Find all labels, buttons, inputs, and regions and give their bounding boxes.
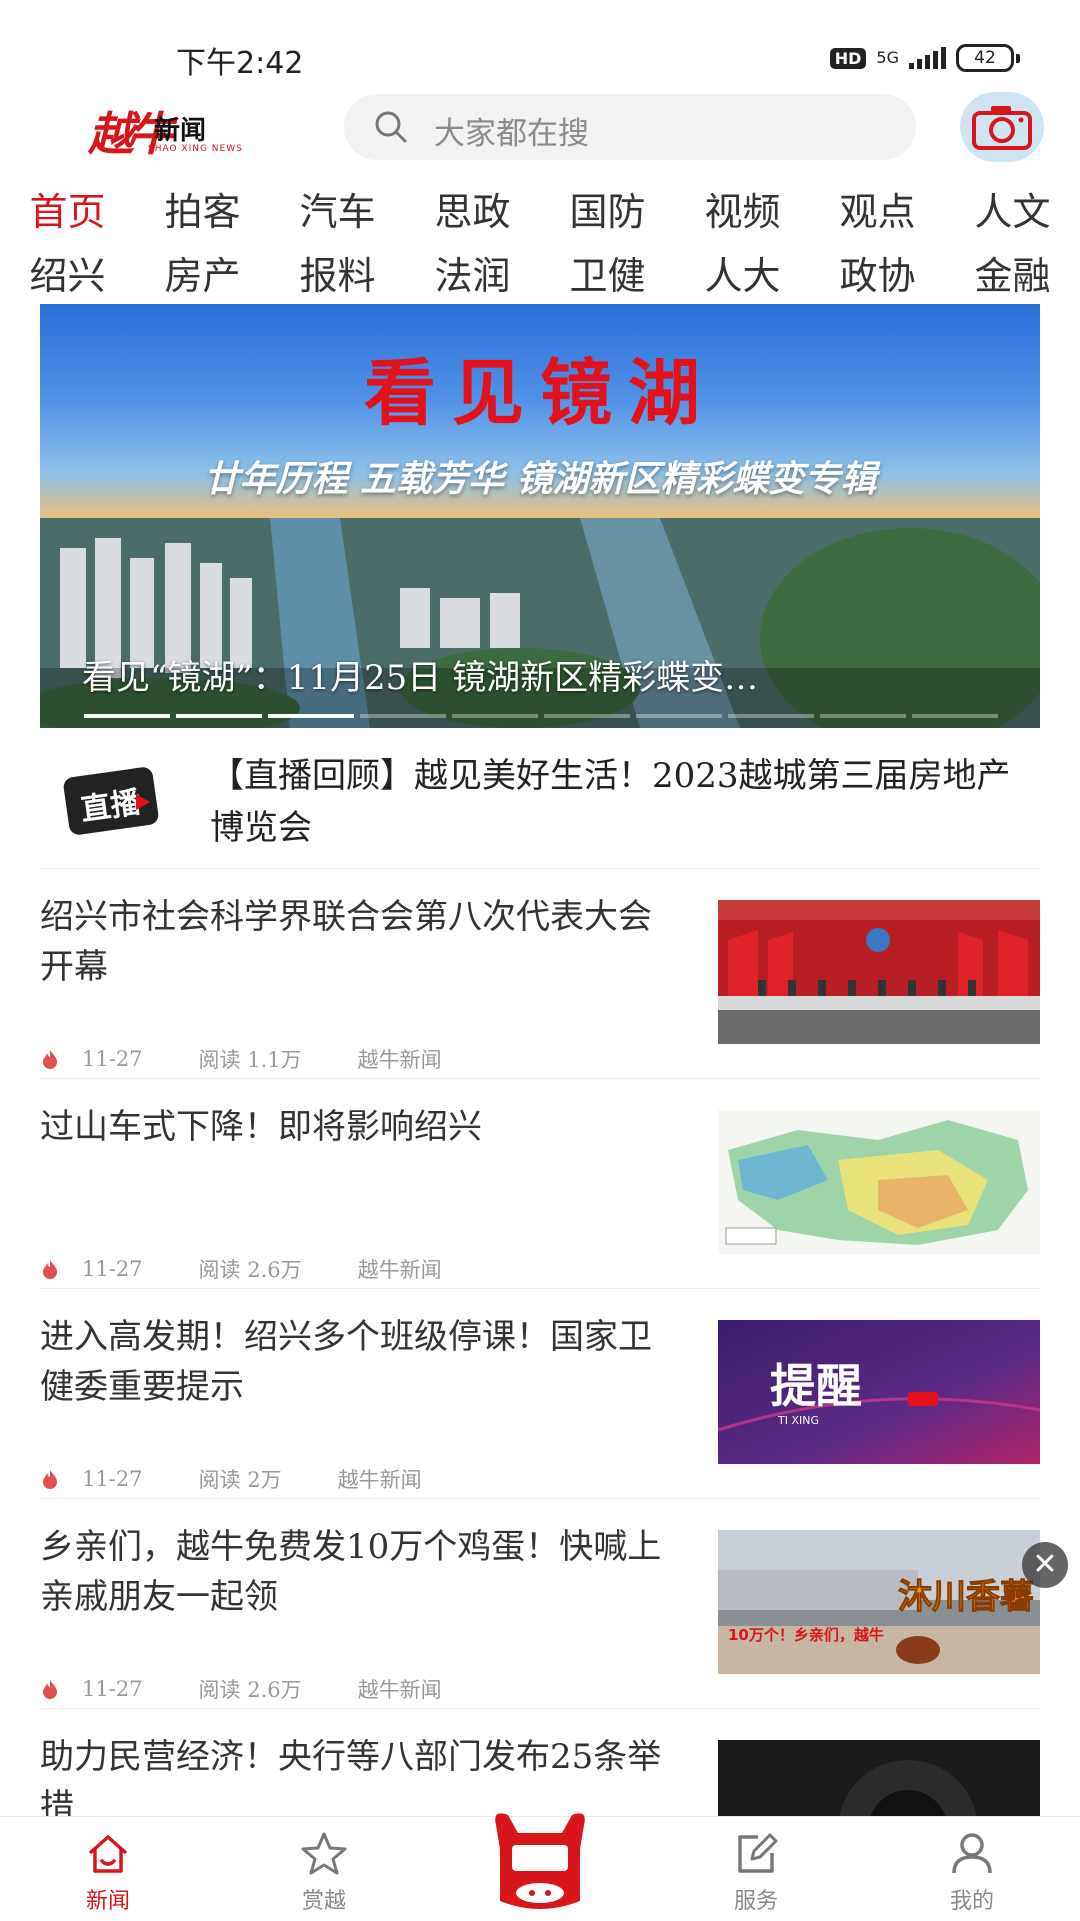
home-icon xyxy=(88,1835,128,1873)
news-reads: 阅读 1.1万 xyxy=(198,1048,302,1072)
news-source: 越牛新闻 xyxy=(337,1468,422,1492)
news-thumbnail: 提醒 TI XING xyxy=(718,1320,1040,1464)
thumb-brand: 沐川香薯 xyxy=(898,1577,1034,1617)
banner-title: 看见镜湖 xyxy=(363,350,716,435)
news-reads: 阅读 2.6万 xyxy=(198,1258,302,1282)
thumb-text: 提醒 xyxy=(770,1359,862,1413)
search-input[interactable]: 大家都在搜 xyxy=(344,94,916,160)
close-float-button[interactable]: ✕ xyxy=(1022,1542,1068,1588)
channel-tabs-row-2: 绍兴 房产 报料 法润 卫健 人大 政协 金融 xyxy=(0,244,1080,308)
news-reads: 阅读 2.6万 xyxy=(198,1678,302,1702)
banner-caption: 看见“镜湖”：11月25日 镜湖新区精彩蝶变… xyxy=(82,658,759,698)
news-meta: 11-27 阅读 1.1万 越牛新闻 xyxy=(40,1044,442,1074)
news-date: 11-27 xyxy=(82,1467,143,1491)
camera-icon xyxy=(972,106,1032,150)
news-source: 越牛新闻 xyxy=(357,1678,442,1702)
hot-icon xyxy=(43,1260,57,1279)
network-label: 5G xyxy=(876,48,899,67)
hd-icon: HD xyxy=(829,47,867,69)
news-title: 进入高发期！绍兴多个班级停课！国家卫健委重要提示 xyxy=(40,1317,652,1407)
nav-shangyue[interactable]: 赏越 xyxy=(216,1817,432,1921)
news-source: 越牛新闻 xyxy=(357,1258,442,1282)
hot-icon xyxy=(43,1470,57,1489)
tab-npc[interactable]: 人大 xyxy=(675,244,810,308)
battery-level: 42 xyxy=(956,44,1014,72)
live-replay-item[interactable]: 直播 【直播回顾】越见美好生活！2023越城第三届房地产博览会 xyxy=(40,734,1040,869)
status-icons: HD 5G 42 xyxy=(829,44,1020,72)
nav-mascot[interactable] xyxy=(432,1813,648,1921)
thumb-subtext: TI XING xyxy=(777,1414,819,1427)
news-item[interactable]: 进入高发期！绍兴多个班级停课！国家卫健委重要提示 11-27 阅读 2万 越牛新… xyxy=(40,1288,1040,1499)
logo-subtitle: SHAO XING NEWS xyxy=(148,144,243,154)
news-date: 11-27 xyxy=(82,1677,143,1701)
tab-cppcc[interactable]: 政协 xyxy=(810,244,945,308)
news-date: 11-27 xyxy=(82,1257,143,1281)
tab-culture[interactable]: 人文 xyxy=(945,180,1080,244)
tab-shaoxing[interactable]: 绍兴 xyxy=(0,244,135,308)
battery-icon: 42 xyxy=(956,44,1020,72)
thumb-text: 10万个！乡亲们，越牛 xyxy=(728,1626,884,1644)
news-item[interactable]: 过山车式下降！即将影响绍兴 11-27 阅读 2.6万 越牛新闻 xyxy=(40,1078,1040,1289)
nav-profile[interactable]: 我的 xyxy=(864,1817,1080,1921)
tab-report[interactable]: 报料 xyxy=(270,244,405,308)
nav-service[interactable]: 服务 xyxy=(648,1817,864,1921)
app-header: 越牛 新闻 SHAO XING NEWS 大家都在搜 xyxy=(0,92,1080,176)
tab-finance[interactable]: 金融 xyxy=(945,244,1080,308)
channel-tabs: 首页 拍客 汽车 思政 国防 视频 观点 人文 绍兴 房产 报料 法润 卫健 人… xyxy=(0,180,1080,308)
user-icon xyxy=(952,1833,992,1874)
live-icon: 直播 xyxy=(63,767,159,835)
tab-defense[interactable]: 国防 xyxy=(540,180,675,244)
tab-home[interactable]: 首页 xyxy=(0,180,135,244)
status-bar: 下午2:42 HD 5G 42 xyxy=(0,0,1080,92)
tab-sizheng[interactable]: 思政 xyxy=(405,180,540,244)
news-title: 过山车式下降！即将影响绍兴 xyxy=(40,1107,482,1147)
logo-name: 新闻 xyxy=(154,116,207,146)
status-time: 下午2:42 xyxy=(176,46,304,81)
news-meta: 11-27 阅读 2万 越牛新闻 xyxy=(40,1464,422,1494)
news-meta: 11-27 阅读 2.6万 越牛新闻 xyxy=(40,1254,442,1284)
tab-auto[interactable]: 汽车 xyxy=(270,180,405,244)
hot-icon xyxy=(43,1680,57,1699)
carousel-indicator xyxy=(84,714,998,718)
news-meta: 11-27 阅读 2.6万 越牛新闻 xyxy=(40,1674,442,1704)
tab-video[interactable]: 视频 xyxy=(675,180,810,244)
news-item[interactable]: 绍兴市社会科学界联合会第八次代表大会开幕 11-27 阅读 1.1万 越牛新闻 xyxy=(40,868,1040,1079)
search-placeholder: 大家都在搜 xyxy=(434,116,589,152)
news-thumbnail xyxy=(718,1110,1040,1254)
hot-icon xyxy=(43,1050,57,1069)
star-icon xyxy=(301,1832,347,1875)
live-replay-title: 【直播回顾】越见美好生活！2023越城第三届房地产博览会 xyxy=(210,756,1011,848)
tab-opinion[interactable]: 观点 xyxy=(810,180,945,244)
news-title: 绍兴市社会科学界联合会第八次代表大会开幕 xyxy=(40,897,652,987)
tab-law[interactable]: 法润 xyxy=(405,244,540,308)
edit-icon xyxy=(738,1833,778,1873)
nav-label: 我的 xyxy=(949,1889,994,1914)
camera-button[interactable] xyxy=(960,92,1044,162)
news-date: 11-27 xyxy=(82,1047,143,1071)
search-icon xyxy=(375,111,407,143)
mascot-icon xyxy=(495,1813,585,1909)
news-title: 乡亲们，越牛免费发10万个鸡蛋！快喊上亲戚朋友一起领 xyxy=(40,1527,662,1617)
signal-icon xyxy=(909,47,946,69)
news-thumbnail xyxy=(718,900,1040,1044)
nav-label: 服务 xyxy=(733,1889,778,1914)
tab-health[interactable]: 卫健 xyxy=(540,244,675,308)
nav-news[interactable]: 新闻 xyxy=(0,1817,216,1921)
nav-label: 新闻 xyxy=(85,1889,130,1914)
banner-carousel[interactable]: 看见镜湖 廿年历程 五载芳华 镜湖新区精彩蝶变专辑 看见“镜湖”：11月25日 … xyxy=(40,304,1040,728)
news-reads: 阅读 2万 xyxy=(198,1468,282,1492)
banner-subtitle: 廿年历程 五载芳华 镜湖新区精彩蝶变专辑 xyxy=(203,458,877,500)
app-logo: 越牛 新闻 SHAO XING NEWS xyxy=(88,98,258,161)
news-item[interactable]: 乡亲们，越牛免费发10万个鸡蛋！快喊上亲戚朋友一起领 11-27 阅读 2.6万… xyxy=(40,1498,1040,1709)
nav-label: 赏越 xyxy=(301,1889,346,1914)
bottom-nav: 新闻 赏越 服务 我的 xyxy=(0,1813,1080,1921)
news-thumbnail: 10万个！乡亲们，越牛 沐川香薯 xyxy=(718,1530,1040,1674)
tab-paike[interactable]: 拍客 xyxy=(135,180,270,244)
channel-tabs-row-1: 首页 拍客 汽车 思政 国防 视频 观点 人文 xyxy=(0,180,1080,244)
tab-realestate[interactable]: 房产 xyxy=(135,244,270,308)
news-source: 越牛新闻 xyxy=(357,1048,442,1072)
